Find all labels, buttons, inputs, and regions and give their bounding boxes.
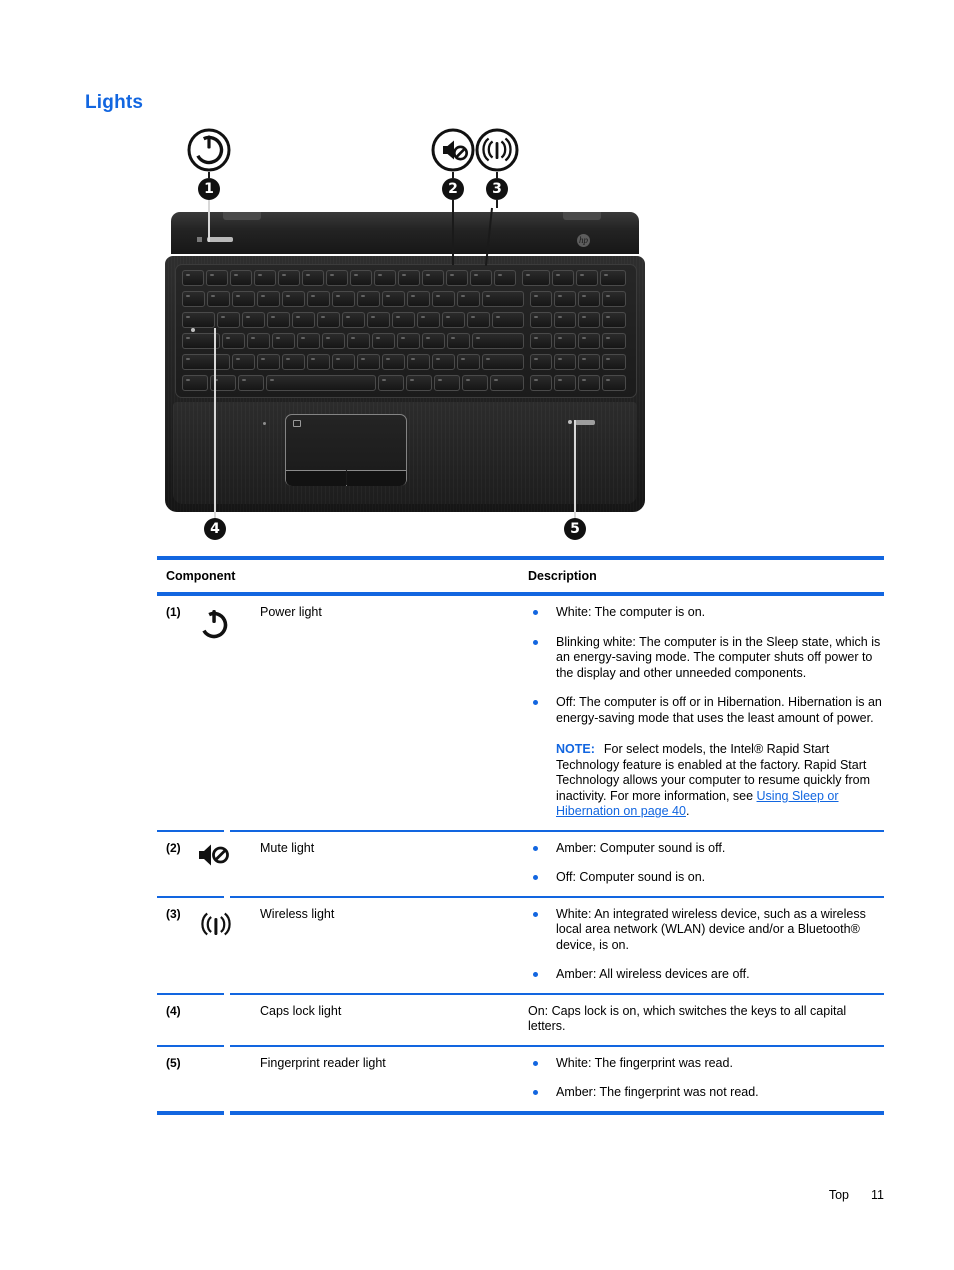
table-row: (2) Mute light Amber: Computer sound is …: [157, 832, 884, 896]
bullet-list: White: The computer is on. Blinking whit…: [528, 605, 884, 726]
lights-table: Component Description (1) Power light Wh…: [157, 556, 884, 1115]
row-label: Caps lock light: [260, 1003, 342, 1018]
hp-logo: hp: [577, 234, 590, 247]
row-label: Fingerprint reader light: [260, 1055, 386, 1070]
row-separator: [157, 829, 884, 832]
row-icon-power-icon: [195, 604, 260, 820]
list-item: Amber: The fingerprint was not read.: [528, 1085, 884, 1101]
list-item: Blinking white: The computer is in the S…: [528, 635, 884, 682]
row-number: (2): [166, 840, 181, 855]
laptop-illustration: hp: [165, 212, 645, 512]
row-separator: [157, 1044, 884, 1047]
fingerprint-reader: [575, 420, 595, 425]
row-number: (4): [166, 1003, 181, 1018]
column-header-component: Component: [166, 569, 236, 583]
hinge-right: [563, 212, 601, 220]
row-separator: [157, 895, 884, 898]
leader-line-4: [214, 328, 216, 518]
table-row: (4) Caps lock light On: Caps lock is on,…: [157, 995, 884, 1045]
row-label: Mute light: [260, 840, 315, 855]
mute-icon: [431, 128, 475, 172]
row-description: Amber: Computer sound is off. Off: Compu…: [528, 840, 884, 886]
touchpad-left-button: [286, 470, 346, 486]
row-number: (3): [166, 906, 181, 921]
touchpad-toggle-icon: [293, 420, 301, 427]
callout-1: 1: [198, 178, 220, 200]
note-block: NOTE: For select models, the Intel® Rapid…: [528, 742, 884, 820]
lights-figure: 1 2 3 hp 4 5: [160, 128, 660, 553]
wireless-icon: [475, 128, 519, 172]
leader-line-1-lower: [208, 200, 210, 242]
page-footer: Top 11: [0, 1188, 884, 1202]
table-row: (1) Power light White: The computer is o…: [157, 596, 884, 830]
power-icon: [187, 128, 231, 172]
callout-5: 5: [564, 518, 586, 540]
leader-line-3-lower: [496, 200, 498, 208]
description-text: On: Caps lock is on, which switches the …: [528, 1003, 847, 1034]
list-item: White: The fingerprint was read.: [528, 1056, 884, 1072]
list-item: Amber: Computer sound is off.: [528, 841, 884, 857]
note-text-after: .: [685, 804, 690, 818]
row-icon-empty: [195, 1003, 260, 1035]
row-description: On: Caps lock is on, which switches the …: [528, 1003, 884, 1035]
list-item: Off: Computer sound is on.: [528, 870, 884, 886]
hinge-left: [223, 212, 261, 220]
callout-3: 3: [486, 178, 508, 200]
table-row: (5) Fingerprint reader light White: The …: [157, 1047, 884, 1111]
column-header-description: Description: [528, 569, 597, 583]
list-item: White: The computer is on.: [528, 605, 884, 621]
table-header-row: Component Description: [157, 560, 884, 592]
table-bottom-rule: [157, 1110, 884, 1115]
footer-page-number: 11: [871, 1188, 884, 1202]
leader-line-2-lower: [452, 200, 454, 265]
callout-2: 2: [442, 178, 464, 200]
list-item: Amber: All wireless devices are off.: [528, 967, 884, 983]
list-item: Off: The computer is off or in Hibernati…: [528, 695, 884, 726]
row-description: White: The fingerprint was read. Amber: …: [528, 1055, 884, 1101]
power-light-led: [197, 237, 202, 242]
row-label: Wireless light: [260, 906, 335, 921]
row-separator: [157, 992, 884, 995]
bullet-list: White: The fingerprint was read. Amber: …: [528, 1056, 884, 1101]
leader-line-5: [574, 420, 576, 518]
row-icon-mute-icon: [195, 840, 260, 886]
row-description: White: An integrated wireless device, su…: [528, 906, 884, 983]
bullet-list: Amber: Computer sound is off. Off: Compu…: [528, 841, 884, 886]
table-row: (3) Wireless light White: An integrated …: [157, 898, 884, 993]
touchpad-right-button: [347, 470, 406, 486]
palm-rest-led: [263, 422, 266, 425]
row-description: White: The computer is on. Blinking whit…: [528, 604, 884, 820]
row-number: (5): [166, 1055, 181, 1070]
caps-lock-light: [191, 328, 195, 332]
fingerprint-reader-light: [568, 420, 572, 424]
page-title: Lights: [85, 92, 144, 113]
power-button: [207, 237, 233, 242]
keyboard-plate: [175, 264, 637, 398]
row-icon-wireless-icon: [195, 906, 260, 983]
row-label: Power light: [260, 605, 322, 619]
bullet-list: White: An integrated wireless device, su…: [528, 907, 884, 983]
note-label: NOTE:: [556, 742, 595, 756]
callout-4: 4: [204, 518, 226, 540]
row-icon-empty: [195, 1055, 260, 1101]
footer-section: Top: [828, 1188, 850, 1202]
list-item: White: An integrated wireless device, su…: [528, 907, 884, 954]
row-number: (1): [166, 605, 181, 619]
